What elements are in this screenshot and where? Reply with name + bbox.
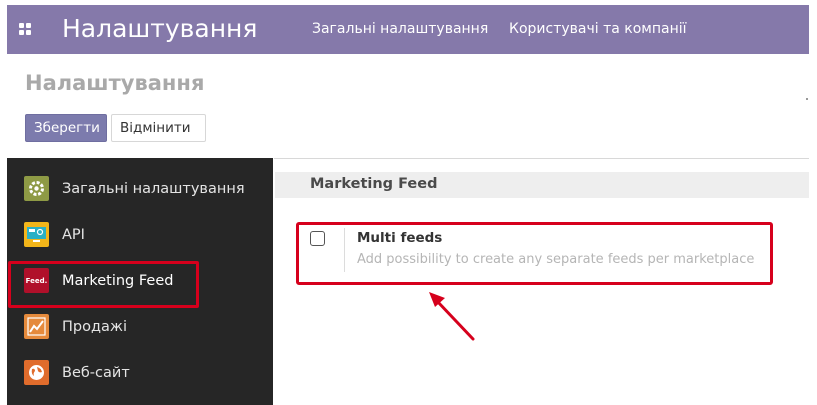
- nav-general-settings[interactable]: Загальні налаштування: [312, 21, 488, 37]
- cancel-button[interactable]: Відмінити: [111, 114, 206, 142]
- api-icon: [24, 222, 49, 247]
- sales-chart-icon: [24, 314, 49, 339]
- decorative-dot: [806, 98, 808, 100]
- sidebar-item-label: API: [62, 227, 85, 243]
- nav-users-companies[interactable]: Користувачі та компанії: [509, 21, 687, 37]
- content-divider: [274, 158, 809, 159]
- apps-grid-icon[interactable]: [19, 23, 31, 35]
- sidebar-item-label: Веб-сайт: [62, 365, 130, 381]
- sidebar-item-sales[interactable]: Продажі: [7, 305, 273, 351]
- sidebar-item-api[interactable]: API: [7, 213, 273, 259]
- section-title: Marketing Feed: [310, 176, 438, 192]
- sidebar-item-general-settings[interactable]: Загальні налаштування: [7, 167, 273, 213]
- top-navbar: Налаштування Загальні налаштування Корис…: [7, 5, 809, 54]
- sidebar-item-label: Загальні налаштування: [62, 181, 245, 197]
- sidebar-highlight-box: [8, 261, 199, 308]
- sidebar-item-label: Продажі: [62, 319, 127, 335]
- sidebar-item-website[interactable]: Веб-сайт: [7, 351, 273, 397]
- gear-icon: [24, 176, 49, 201]
- annotation-arrow-icon: [429, 292, 475, 341]
- app-title: Налаштування: [62, 14, 258, 43]
- globe-icon: [24, 360, 49, 385]
- section-header: Marketing Feed: [275, 172, 809, 198]
- page-title: Налаштування: [25, 71, 205, 95]
- setting-highlight-box: [296, 222, 773, 285]
- save-button[interactable]: Зберегти: [25, 114, 107, 142]
